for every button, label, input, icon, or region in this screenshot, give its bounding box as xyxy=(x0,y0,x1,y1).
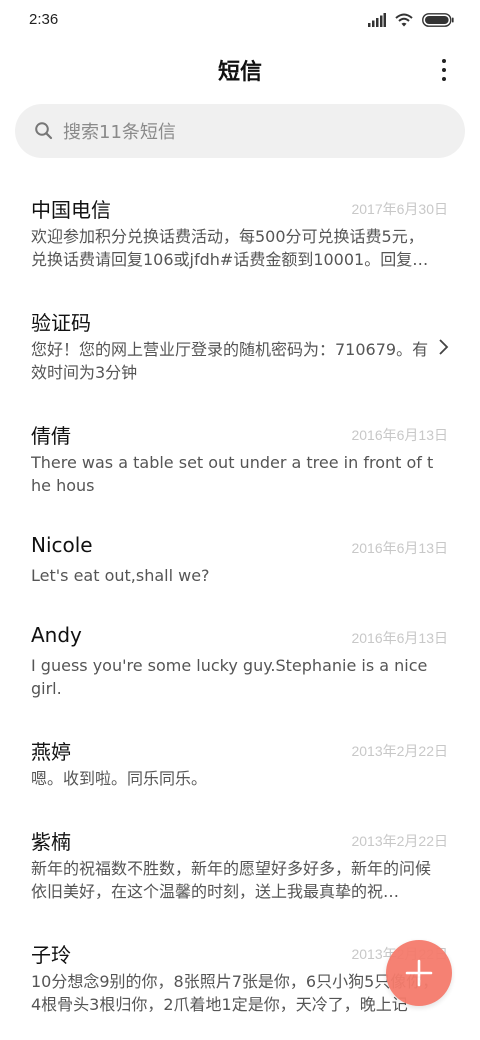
status-icons xyxy=(368,12,454,31)
conversation-item[interactable]: 中国电信 2017年6月30日 欢迎参加积分兑换话费活动，每500分可兑换话费5… xyxy=(0,180,480,293)
status-time: 2:36 xyxy=(29,11,59,28)
more-options-button[interactable] xyxy=(432,56,456,84)
signal-icon xyxy=(368,12,386,31)
more-icon xyxy=(442,59,446,63)
message-date: 2017年6月30日 xyxy=(351,201,448,217)
page-title: 短信 xyxy=(217,60,262,85)
message-preview: There was a table set out under a tree i… xyxy=(31,453,434,495)
message-date: 2013年2月22日 xyxy=(351,743,448,759)
sender-name: 中国电信 xyxy=(31,198,111,222)
conversation-item[interactable]: 燕婷 2013年2月22日 嗯。收到啦。同乐同乐。 xyxy=(0,722,480,812)
new-message-button[interactable] xyxy=(386,940,452,1006)
sender-name: 燕婷 xyxy=(31,740,71,764)
header: 短信 xyxy=(0,42,480,98)
conversation-list: 中国电信 2017年6月30日 欢迎参加积分兑换话费活动，每500分可兑换话费5… xyxy=(0,180,480,1038)
sender-name: 子玲 xyxy=(31,943,71,967)
conversation-item[interactable]: Andy 2016年6月13日 I guess you're some luck… xyxy=(0,609,480,722)
message-date: 2016年6月13日 xyxy=(351,540,448,556)
message-preview: Let's eat out,shall we? xyxy=(31,566,210,585)
search-bar[interactable]: 搜索11条短信 xyxy=(15,104,465,158)
conversation-item[interactable]: 紫楠 2013年2月22日 新年的祝福数不胜数，新年的愿望好多好多，新年的问候依… xyxy=(0,812,480,925)
sender-name: 验证码 xyxy=(31,311,91,335)
conversation-item[interactable]: Nicole 2016年6月13日 Let's eat out,shall we… xyxy=(0,519,480,609)
message-preview: 您好！您的网上营业厅登录的随机密码为：710679。有效时间为3分钟 xyxy=(31,340,429,382)
search-placeholder: 搜索11条短信 xyxy=(63,122,176,143)
search-icon xyxy=(34,121,54,141)
sender-name: Andy xyxy=(31,623,82,647)
sender-name: 倩倩 xyxy=(31,424,71,448)
plus-icon xyxy=(405,959,433,987)
conversation-item[interactable]: 验证码 您好！您的网上营业厅登录的随机密码为：710679。有效时间为3分钟 xyxy=(0,293,480,406)
message-date: 2013年2月22日 xyxy=(351,833,448,849)
conversation-item[interactable]: 倩倩 2016年6月13日 There was a table set out … xyxy=(0,406,480,519)
sender-name: 紫楠 xyxy=(31,830,71,854)
battery-icon xyxy=(422,12,454,31)
message-preview: 新年的祝福数不胜数，新年的愿望好多好多，新年的问候依旧美好，在这个温馨的时刻，送… xyxy=(31,859,432,901)
chevron-right-icon xyxy=(438,338,450,356)
message-preview: 嗯。收到啦。同乐同乐。 xyxy=(31,769,208,788)
message-preview: 欢迎参加积分兑换话费活动，每500分可兑换话费5元，兑换话费请回复106或jfd… xyxy=(31,227,429,269)
message-date: 2016年6月13日 xyxy=(351,630,448,646)
message-date: 2016年6月13日 xyxy=(351,427,448,443)
wifi-icon xyxy=(395,12,413,31)
status-bar: 2:36 xyxy=(0,0,480,42)
message-preview: 10分想念9别的你，8张照片7张是你，6只小狗5只像你，4根骨头3根归你，2爪着… xyxy=(31,972,439,1014)
sender-name: Nicole xyxy=(31,533,93,557)
message-preview: I guess you're some lucky guy.Stephanie … xyxy=(31,656,428,698)
